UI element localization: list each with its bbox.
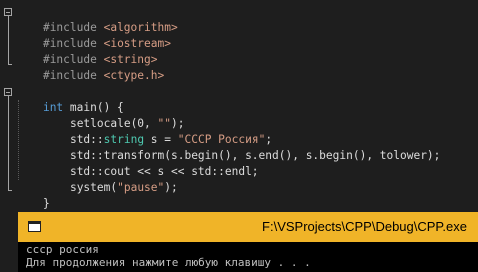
fold-end bbox=[8, 190, 12, 191]
closing-brace: } bbox=[42, 197, 50, 210]
code-line: std::string s = "СССР Россия"; bbox=[43, 116, 272, 146]
code-line: #include <string> bbox=[16, 36, 158, 66]
console-window[interactable]: F:\VSProjects\CPP\Debug\CPP.exe ссср рос… bbox=[18, 212, 478, 272]
code-line: #include <iostream> bbox=[16, 20, 171, 50]
string-literal: "pause" bbox=[117, 181, 165, 194]
fold-line bbox=[8, 16, 9, 64]
code-line: std::transform(s.begin(), s.end(), s.beg… bbox=[43, 132, 440, 162]
code-line: #include <ctype.h> bbox=[16, 52, 164, 82]
collapse-main-icon[interactable] bbox=[4, 88, 12, 96]
console-app-icon[interactable] bbox=[28, 221, 41, 232]
collapse-includes-icon[interactable] bbox=[4, 8, 12, 16]
console-title: F:\VSProjects\CPP\Debug\CPP.exe bbox=[262, 219, 467, 234]
indent-guide bbox=[18, 100, 20, 180]
fold-end bbox=[8, 64, 12, 65]
console-output-line: ссср россия bbox=[26, 243, 99, 256]
fold-line bbox=[8, 96, 9, 190]
code-line: #include <algorithm> bbox=[16, 4, 178, 34]
code-line: } bbox=[16, 180, 50, 210]
console-titlebar[interactable]: F:\VSProjects\CPP\Debug\CPP.exe bbox=[18, 212, 478, 242]
code-text: ); bbox=[164, 181, 178, 194]
console-output-line: Для продолжения нажмите любую клавишу . … bbox=[26, 256, 311, 269]
code-line: int main() { bbox=[16, 84, 124, 114]
code-line: std::cout << s << std::endl; bbox=[43, 148, 259, 178]
code-line: system("pause"); bbox=[43, 164, 178, 194]
code-line: setlocale(0, ""); bbox=[43, 100, 185, 130]
include-header: <ctype.h> bbox=[103, 69, 165, 82]
preprocessor-directive: #include bbox=[42, 69, 97, 82]
code-text: system( bbox=[69, 181, 118, 194]
